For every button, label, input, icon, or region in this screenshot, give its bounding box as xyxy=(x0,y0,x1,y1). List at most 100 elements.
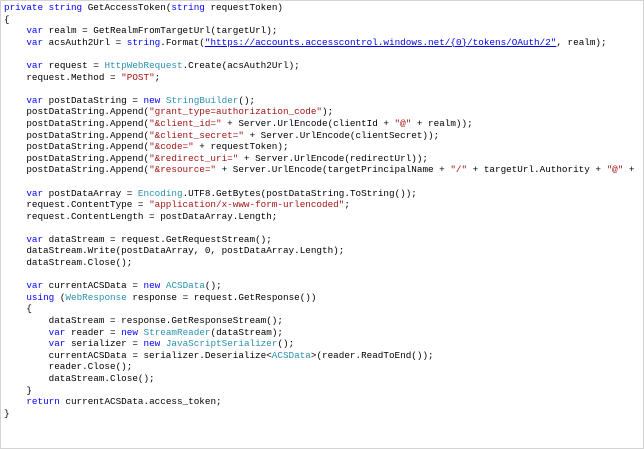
code-line: } xyxy=(4,408,640,420)
code-text: acsAuth2Url = xyxy=(43,36,127,48)
code-text: request.ContentLength = postDataArray.Le… xyxy=(4,210,278,222)
code-text: + Server.UrlEncode(redirectUrl)); xyxy=(238,152,429,164)
code-text: postDataString = xyxy=(43,94,144,106)
type-name: HttpWebRequest xyxy=(104,59,183,71)
type-name: Encoding xyxy=(137,187,183,199)
string-literal: "&redirect_uri=" xyxy=(149,152,239,164)
code-text: } xyxy=(4,384,32,396)
code-line: return currentACSData.access_token; xyxy=(4,396,640,408)
code-line: postDataString.Append("grant_type=author… xyxy=(4,106,640,118)
keyword-token: using xyxy=(26,291,55,303)
keyword-token: string xyxy=(126,36,161,48)
code-text: currentACSData.access_token; xyxy=(59,396,222,408)
code-text: postDataString.Append( xyxy=(4,152,150,164)
code-line: var dataStream = request.GetRequestStrea… xyxy=(4,234,640,246)
code-text: request.ContentType = xyxy=(4,199,150,211)
code-text: requestToken) xyxy=(204,2,283,13)
code-text: (); xyxy=(204,280,222,292)
type-name: WebResponse xyxy=(65,291,127,303)
code-line: var realm = GetRealmFromTargetUrl(target… xyxy=(4,25,640,37)
code-line: dataStream.Close(); xyxy=(4,257,640,269)
keyword-token: var xyxy=(26,187,44,199)
code-text: currentACSData = xyxy=(43,280,144,292)
code-text: response = request.GetResponse()) xyxy=(126,291,317,303)
code-text: , realm); xyxy=(556,36,607,48)
code-text: .Create(acsAuth2Url); xyxy=(182,59,300,71)
code-text: .Format( xyxy=(160,36,205,48)
keyword-token: new xyxy=(143,338,161,350)
code-text: postDataArray = xyxy=(43,187,138,199)
code-line: postDataString.Append("&resource=" + Ser… xyxy=(4,164,640,176)
code-text: ( xyxy=(54,291,66,303)
code-line: postDataString.Append("&client_secret=" … xyxy=(4,130,640,142)
code-text: (); xyxy=(277,338,295,350)
keyword-token: var xyxy=(48,326,66,338)
code-line: var currentACSData = new ACSData(); xyxy=(4,280,640,292)
string-literal: "&code=" xyxy=(149,141,194,153)
keyword-token: new xyxy=(143,94,161,106)
code-line: reader.Close(); xyxy=(4,361,640,373)
code-text: serializer = xyxy=(65,338,144,350)
type-name: ACSData xyxy=(165,280,205,292)
code-line: var reader = new StreamReader(dataStream… xyxy=(4,327,640,339)
code-line: currentACSData = serializer.Deserialize<… xyxy=(4,350,640,362)
code-text: ; xyxy=(344,199,350,211)
code-line: var serializer = new JavaScriptSerialize… xyxy=(4,338,640,350)
code-line: private string GetAccessToken(string req… xyxy=(4,2,640,14)
code-text: reader.Close(); xyxy=(4,361,133,373)
code-text: + Server.UrlEncode(targetPrincipalName + xyxy=(216,164,451,176)
type-name: JavaScriptSerializer xyxy=(165,338,278,350)
string-literal: "grant_type=authorization_code" xyxy=(149,106,323,118)
code-text: dataStream.Close(); xyxy=(4,373,155,384)
string-literal: "application/x-www-form-urlencoded" xyxy=(149,199,345,211)
code-block: private string GetAccessToken(string req… xyxy=(4,2,640,419)
code-text: dataStream = response.GetResponseStream(… xyxy=(4,315,283,327)
code-text: { xyxy=(4,13,10,25)
url-link[interactable]: "https://accounts.accesscontrol.windows.… xyxy=(205,37,556,48)
keyword-token: var xyxy=(26,36,44,48)
code-text: + Server.UrlEncode(clientId + xyxy=(221,117,395,129)
code-text: + realm)); xyxy=(628,164,635,176)
code-text: dataStream.Write(postDataArray, 0, postD… xyxy=(4,245,345,257)
code-text: postDataString.Append( xyxy=(4,117,150,129)
code-line: request.ContentLength = postDataArray.Le… xyxy=(4,211,640,223)
code-text: (); xyxy=(238,94,256,106)
string-literal: "&resource=" xyxy=(149,164,217,176)
code-line: postDataString.Append("&code=" + request… xyxy=(4,141,640,153)
code-line: var postDataArray = Encoding.UTF8.GetByt… xyxy=(4,188,640,200)
string-literal: "&client_id=" xyxy=(149,117,222,129)
code-text: + targetUrl.Authority + xyxy=(467,164,607,176)
keyword-token: new xyxy=(121,326,138,338)
type-name: StreamReader xyxy=(143,326,211,338)
code-text: { xyxy=(4,303,32,315)
code-text: dataStream.Close(); xyxy=(4,257,133,269)
keyword-token: string xyxy=(171,2,205,13)
code-line: dataStream.Close(); xyxy=(4,373,640,385)
code-text: } xyxy=(4,407,10,419)
code-text: (dataStream); xyxy=(210,326,284,338)
code-text: request.Method = xyxy=(4,71,122,83)
string-literal: "@" xyxy=(394,117,412,129)
string-literal: "&client_secret=" xyxy=(149,129,244,141)
keyword-token: var xyxy=(48,338,66,350)
code-text: postDataString.Append( xyxy=(4,141,150,153)
code-text: realm = GetRealmFromTargetUrl(targetUrl)… xyxy=(43,25,278,37)
code-snippet-frame: private string GetAccessToken(string req… xyxy=(0,0,644,449)
keyword-token: string xyxy=(48,2,83,13)
code-text: currentACSData = serializer.Deserialize< xyxy=(4,349,272,361)
string-literal: "POST" xyxy=(121,71,155,83)
code-text: dataStream = request.GetRequestStream(); xyxy=(43,233,272,245)
code-line: var postDataString = new StringBuilder()… xyxy=(4,95,640,107)
code-line: { xyxy=(4,303,640,315)
code-text: + Server.UrlEncode(clientSecret)); xyxy=(243,129,440,141)
code-text: ; xyxy=(154,71,161,83)
keyword-token: var xyxy=(26,280,44,292)
